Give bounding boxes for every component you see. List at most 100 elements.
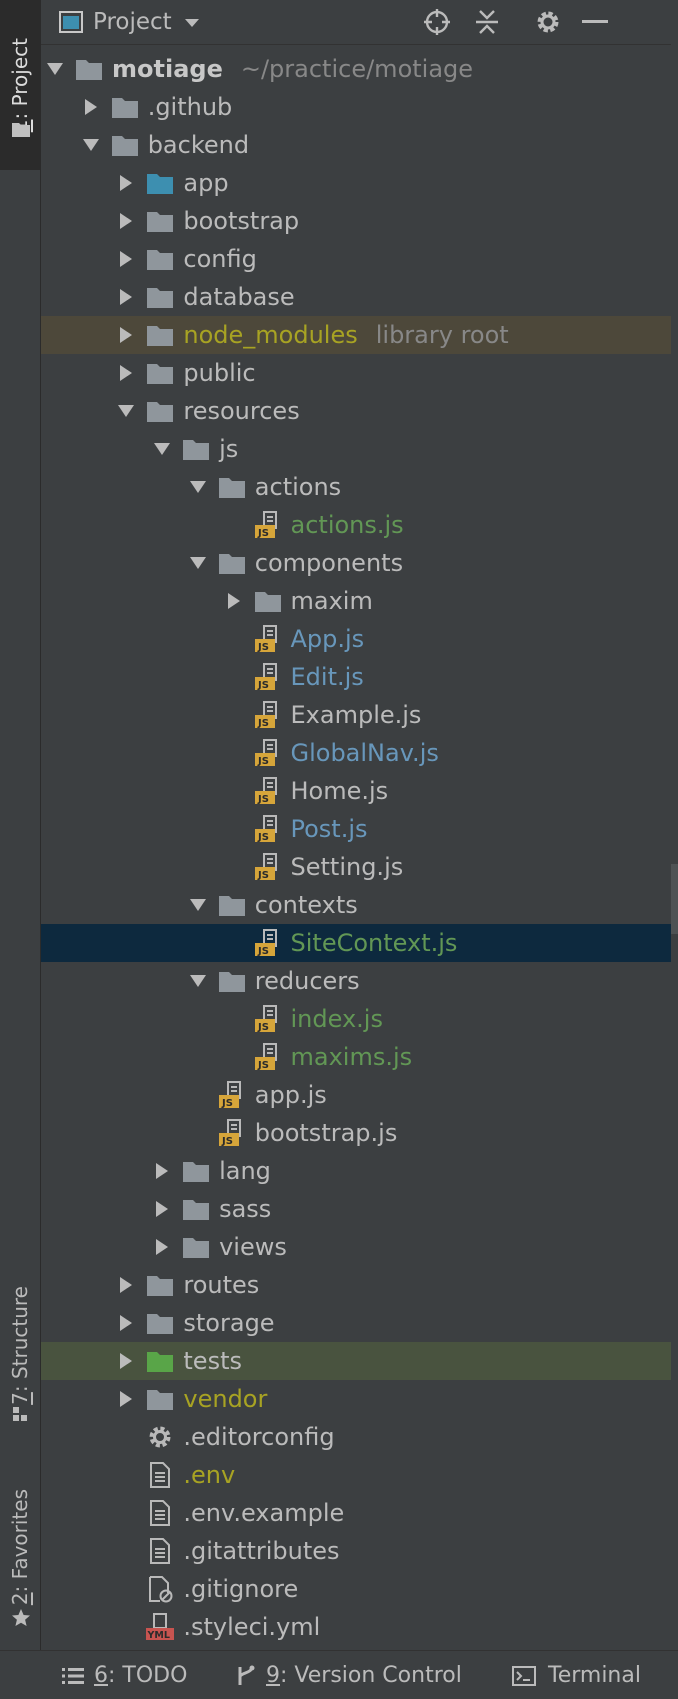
chevron-right-icon[interactable] <box>117 250 135 268</box>
tree-item-label: vendor <box>183 1385 268 1413</box>
tree-row[interactable]: JS app.js <box>41 1076 671 1114</box>
tree-row[interactable]: app <box>41 164 671 202</box>
settings-button[interactable] <box>532 6 564 38</box>
chevron-down-icon[interactable] <box>153 440 171 458</box>
tree-row[interactable]: contexts <box>41 886 671 924</box>
chevron-right-icon[interactable] <box>82 98 100 116</box>
scrollbar-thumb[interactable] <box>671 864 678 934</box>
tree-item-label: app <box>183 169 229 197</box>
js-file-icon: JS <box>218 1081 246 1109</box>
tree-item-label: routes <box>183 1271 260 1299</box>
tree-row[interactable]: .gitattributes <box>41 1532 671 1570</box>
chevron-right-icon[interactable] <box>117 174 135 192</box>
chevron-right-icon[interactable] <box>117 1390 135 1408</box>
chevron-right-icon[interactable] <box>117 212 135 230</box>
target-icon <box>424 9 450 35</box>
tree-row[interactable]: JS actions.js <box>41 506 671 544</box>
tree-row[interactable]: JS GlobalNav.js <box>41 734 671 772</box>
tree-item-sublabel: ~/practice/motiage <box>240 55 474 83</box>
chevron-down-icon[interactable] <box>189 896 207 914</box>
chevron-right-icon[interactable] <box>117 1352 135 1370</box>
list-icon <box>62 1667 84 1684</box>
chevron-right-icon[interactable] <box>117 326 135 344</box>
tree-row[interactable]: JS maxims.js <box>41 1038 671 1076</box>
tab-terminal[interactable]: Terminal <box>512 1663 641 1688</box>
chevron-right-icon[interactable] <box>117 1276 135 1294</box>
svg-text:JS: JS <box>257 832 269 843</box>
tab-project[interactable]: 1: Project <box>0 0 40 170</box>
tree-row[interactable]: sass <box>41 1190 671 1228</box>
js-file-icon: JS <box>254 777 282 805</box>
tree-item-label: maxims.js <box>290 1043 413 1071</box>
tree-row[interactable]: public <box>41 354 671 392</box>
tree-row[interactable]: reducers <box>41 962 671 1000</box>
tree-row[interactable]: .env.example <box>41 1494 671 1532</box>
tree-row[interactable]: resources <box>41 392 671 430</box>
star-icon <box>12 1609 30 1626</box>
tree-row[interactable]: tests <box>41 1342 671 1380</box>
folder-icon <box>146 1309 174 1337</box>
chevron-down-icon[interactable] <box>189 554 207 572</box>
chevron-down-icon[interactable] <box>189 972 207 990</box>
tree-row[interactable]: components <box>41 544 671 582</box>
tab-structure[interactable]: 7: Structure <box>0 1255 40 1435</box>
tree-row[interactable]: .editorconfig <box>41 1418 671 1456</box>
chevron-right-icon[interactable] <box>117 288 135 306</box>
folder-icon <box>146 397 174 425</box>
tree-row[interactable]: backend <box>41 126 671 164</box>
tree-row[interactable]: js <box>41 430 671 468</box>
tree-row[interactable]: views <box>41 1228 671 1266</box>
tree-row[interactable]: JS Edit.js <box>41 658 671 696</box>
folder-icon <box>111 93 139 121</box>
tree-row[interactable]: bootstrap <box>41 202 671 240</box>
chevron-right-icon[interactable] <box>153 1200 171 1218</box>
tree-row[interactable]: config <box>41 240 671 278</box>
tree-row[interactable]: JS index.js <box>41 1000 671 1038</box>
tree-row[interactable]: node_modules library root <box>41 316 671 354</box>
tree-row[interactable]: JS Example.js <box>41 696 671 734</box>
chevron-down-icon[interactable] <box>117 402 135 420</box>
chevron-right-icon[interactable] <box>153 1162 171 1180</box>
tree-row[interactable]: maxim <box>41 582 671 620</box>
tab-todo[interactable]: 6: TODO <box>62 1663 187 1688</box>
collapse-all-button[interactable] <box>471 6 503 38</box>
tree-row[interactable]: vendor <box>41 1380 671 1418</box>
chevron-down-icon[interactable] <box>46 60 64 78</box>
tree-row[interactable]: JS Home.js <box>41 772 671 810</box>
tree-row[interactable]: routes <box>41 1266 671 1304</box>
svg-text:JS: JS <box>257 642 269 653</box>
tree-row[interactable]: JS SiteContext.js <box>41 924 671 962</box>
js-file-icon: JS <box>254 1005 282 1033</box>
tree-row[interactable]: lang <box>41 1152 671 1190</box>
chevron-right-icon[interactable] <box>117 364 135 382</box>
minimize-button[interactable] <box>579 6 611 38</box>
chevron-right-icon[interactable] <box>117 1314 135 1332</box>
chevron-right-icon[interactable] <box>225 592 243 610</box>
tree-row[interactable]: database <box>41 278 671 316</box>
folder-icon <box>12 123 30 137</box>
collapse-all-icon <box>476 10 498 34</box>
tree-row[interactable]: JS Post.js <box>41 810 671 848</box>
tab-favorites[interactable]: 2: Favorites <box>0 1460 40 1635</box>
tree-row[interactable]: JS App.js <box>41 620 671 658</box>
folder-blue-icon <box>146 169 174 197</box>
locate-button[interactable] <box>421 6 453 38</box>
tree-row[interactable]: .github <box>41 88 671 126</box>
tree-row[interactable]: JS Setting.js <box>41 848 671 886</box>
tree-row[interactable]: motiage ~/practice/motiage <box>41 50 671 88</box>
tree-row[interactable]: .env <box>41 1456 671 1494</box>
chevron-right-icon[interactable] <box>153 1238 171 1256</box>
view-selector[interactable]: Project <box>59 0 200 44</box>
tree-row[interactable]: JS bootstrap.js <box>41 1114 671 1152</box>
chevron-down-icon[interactable] <box>82 136 100 154</box>
chevron-down-icon[interactable] <box>189 478 207 496</box>
tree-row[interactable]: actions <box>41 468 671 506</box>
tree-row[interactable]: storage <box>41 1304 671 1342</box>
tab-version-control[interactable]: 9: Version Control <box>236 1663 462 1688</box>
minimize-icon <box>582 20 608 23</box>
terminal-icon <box>512 1665 536 1686</box>
tree-row[interactable]: .gitignore <box>41 1570 671 1608</box>
tree-row[interactable]: YML .styleci.yml <box>41 1608 671 1646</box>
vertical-scrollbar[interactable] <box>671 44 678 1650</box>
js-file-icon: JS <box>254 815 282 843</box>
